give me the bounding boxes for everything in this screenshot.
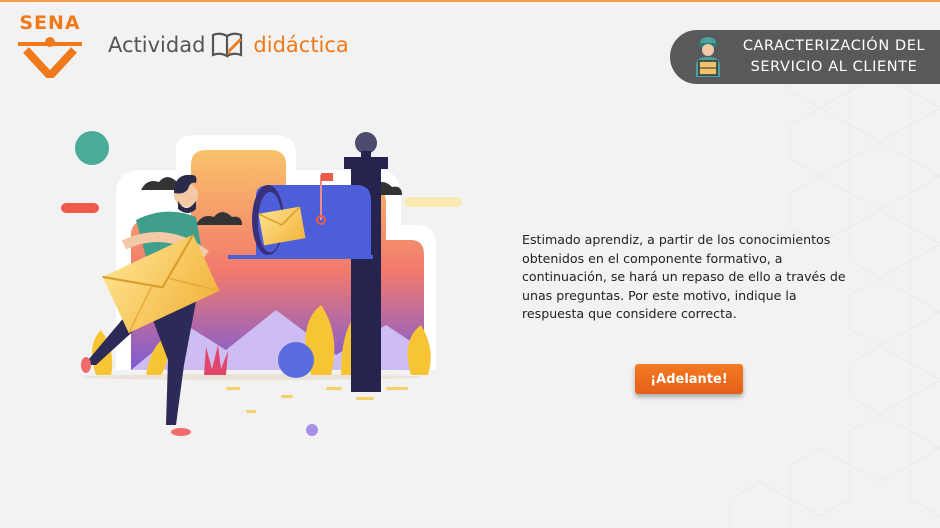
activity-word-2: didáctica: [253, 33, 349, 57]
course-title-line-1: CARACTERIZACIÓN DEL: [742, 38, 926, 54]
sena-logo-icon: [18, 37, 82, 78]
course-title: CARACTERIZACIÓN DEL SERVICIO AL CLIENTE: [734, 36, 934, 78]
next-button[interactable]: ¡Adelante!: [635, 364, 743, 394]
course-title-line-2: SERVICIO AL CLIENTE: [750, 59, 918, 75]
activity-title: Actividad didáctica: [108, 28, 349, 62]
delivery-person-icon: [696, 37, 720, 77]
sena-logo: SENA: [14, 12, 86, 78]
mailbox-illustration: [61, 131, 466, 436]
instructions-text: Estimado aprendiz, a partir de los conoc…: [522, 232, 846, 321]
book-pencil-icon: [212, 32, 243, 58]
activity-word-1: Actividad: [108, 33, 206, 57]
course-badge: CARACTERIZACIÓN DEL SERVICIO AL CLIENTE: [670, 30, 940, 84]
